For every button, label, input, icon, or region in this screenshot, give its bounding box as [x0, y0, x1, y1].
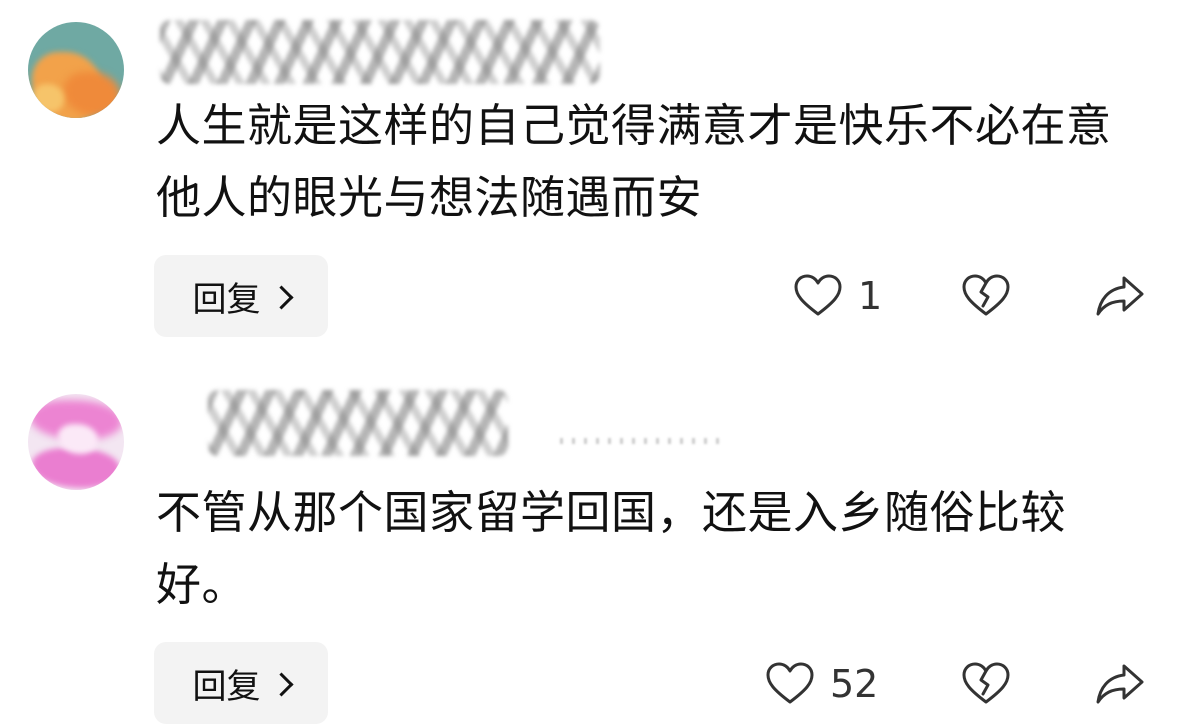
heart-outline-icon [792, 270, 844, 322]
dislike-button[interactable] [960, 270, 1012, 326]
like-button[interactable]: 1 [792, 266, 882, 326]
broken-heart-icon [960, 658, 1012, 710]
share-button[interactable] [1094, 658, 1146, 714]
username-obscured[interactable] [208, 390, 508, 456]
broken-heart-icon [960, 270, 1012, 322]
like-button[interactable]: 52 [764, 654, 878, 714]
like-count: 1 [858, 274, 883, 318]
dislike-button[interactable] [960, 658, 1012, 714]
username-obscured[interactable] [160, 20, 600, 84]
avatar-blur [32, 448, 120, 488]
comment-text: 不管从那个国家留学回国，还是入乡随俗比较好。 [156, 486, 1067, 611]
username-obscured-tail [560, 438, 720, 444]
comment-text: 人生就是这样的自己觉得满意才是快乐不必在意他人的眼光与想法随遇而安 [156, 99, 1112, 224]
comment-actions: 52 [0, 654, 1182, 714]
comment-item: 不管从那个国家留学回国，还是入乡随俗比较好。 回复 52 [0, 380, 1182, 724]
avatar-blur [34, 84, 64, 112]
avatar[interactable] [28, 22, 124, 118]
share-button[interactable] [1094, 270, 1146, 326]
like-count: 52 [830, 662, 879, 706]
comment-item: 人生就是这样的自己觉得满意才是快乐不必在意他人的眼光与想法随遇而安 回复 1 [0, 0, 1182, 350]
share-arrow-icon [1094, 270, 1146, 322]
share-arrow-icon [1094, 658, 1146, 710]
heart-outline-icon [764, 658, 816, 710]
avatar[interactable] [28, 394, 124, 490]
comment-actions: 1 [0, 266, 1182, 326]
